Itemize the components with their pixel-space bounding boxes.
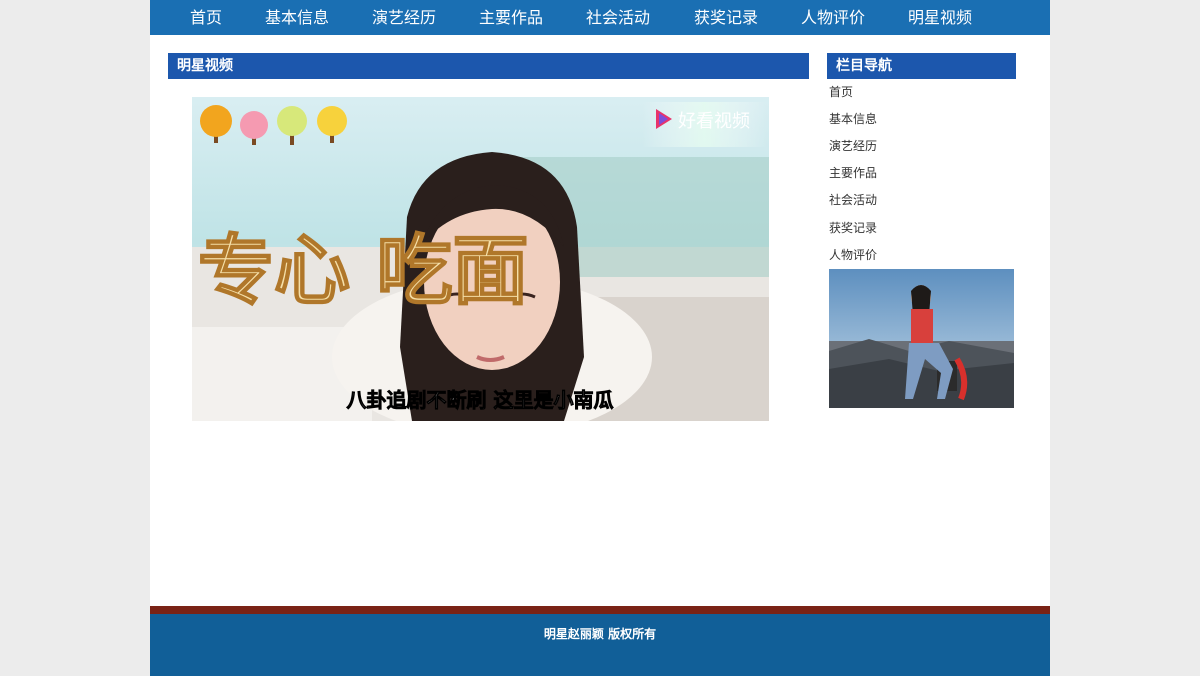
- nav-item-home[interactable]: 首页: [190, 0, 222, 35]
- sidebar-item-awards[interactable]: 获奖记录: [829, 218, 877, 238]
- video-caption-large: 专心 吃面: [198, 226, 528, 315]
- video-player[interactable]: 专心 吃面 好看视频 八卦追剧不断刷 这里是小南瓜: [192, 97, 769, 421]
- sidebar-title: 栏目导航: [836, 58, 892, 74]
- sidebar-item-social[interactable]: 社会活动: [829, 190, 877, 210]
- sidebar-title-bar: 栏目导航: [827, 53, 1016, 79]
- page: 首页 基本信息 演艺经历 主要作品 社会活动 获奖记录 人物评价 明星视频 明星…: [150, 0, 1050, 676]
- footer-copyright: 明星赵丽颖 版权所有: [543, 627, 657, 641]
- footer: 明星赵丽颖 版权所有: [150, 614, 1050, 676]
- sidebar-item-reviews[interactable]: 人物评价: [829, 245, 877, 265]
- footer-divider: [150, 606, 1050, 614]
- nav-item-videos[interactable]: 明星视频: [908, 0, 972, 35]
- sidebar-item-works[interactable]: 主要作品: [829, 163, 877, 183]
- sidebar-item-career[interactable]: 演艺经历: [829, 136, 877, 156]
- nav-item-works[interactable]: 主要作品: [479, 0, 543, 35]
- nav-item-social[interactable]: 社会活动: [586, 0, 650, 35]
- nav-item-career[interactable]: 演艺经历: [372, 0, 436, 35]
- video-frame-illustration: 专心 吃面 好看视频 八卦追剧不断刷 这里是小南瓜: [192, 102, 769, 421]
- nav-item-basic-info[interactable]: 基本信息: [265, 0, 329, 35]
- top-nav: 首页 基本信息 演艺经历 主要作品 社会活动 获奖记录 人物评价 明星视频: [150, 0, 1050, 35]
- video-brand-label: 好看视频: [678, 111, 750, 132]
- sidebar-photo: [829, 269, 1014, 408]
- section-title: 明星视频: [177, 58, 233, 74]
- sidebar-item-home[interactable]: 首页: [829, 82, 853, 102]
- sidebar-item-basic-info[interactable]: 基本信息: [829, 109, 877, 129]
- tree-decoration-icon: [200, 105, 347, 145]
- nav-item-reviews[interactable]: 人物评价: [801, 0, 865, 35]
- section-title-bar: 明星视频: [168, 53, 809, 79]
- nav-item-awards[interactable]: 获奖记录: [694, 0, 758, 35]
- video-subtitle: 八卦追剧不断刷 这里是小南瓜: [347, 388, 614, 412]
